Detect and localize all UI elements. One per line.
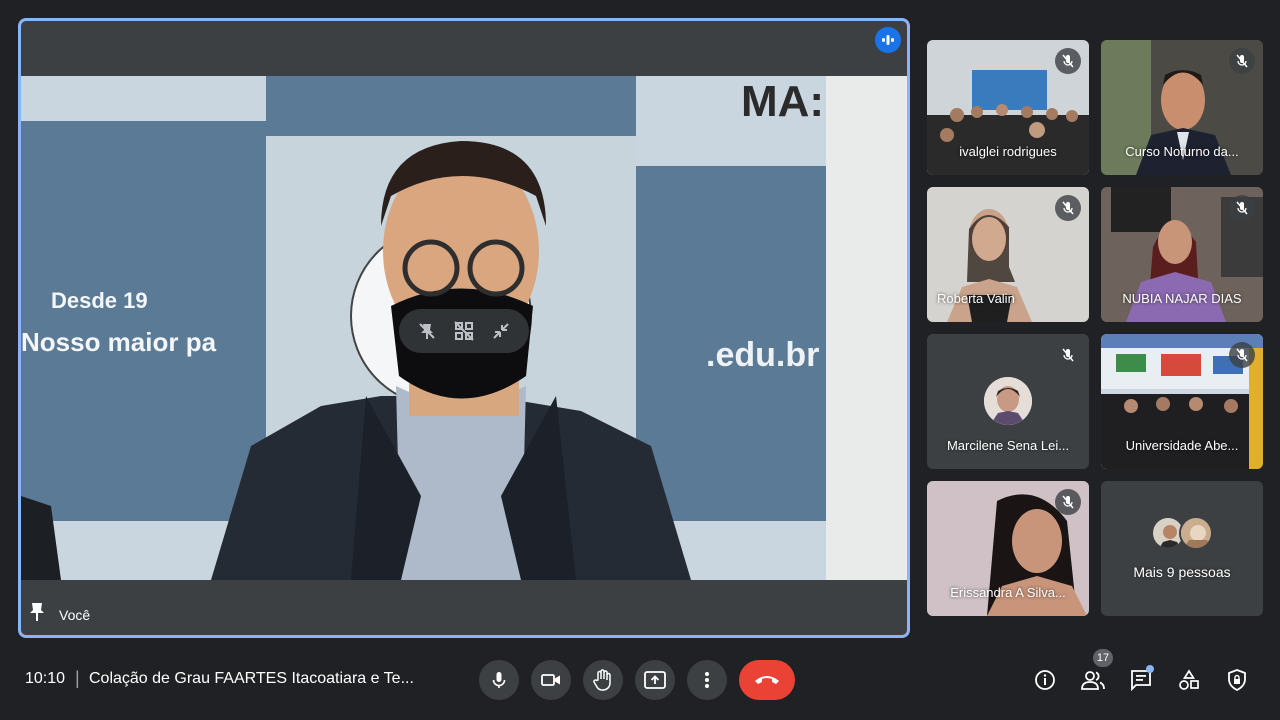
mic-off-icon xyxy=(1055,489,1081,515)
people-icon xyxy=(1081,671,1105,690)
participant-tile[interactable]: Marcilene Sena Lei... xyxy=(927,334,1089,469)
more-vert-icon xyxy=(705,672,709,688)
participant-tile[interactable]: Roberta Valin xyxy=(927,187,1089,322)
svg-text:Nosso maior pa: Nosso maior pa xyxy=(21,327,217,357)
present-screen-button[interactable] xyxy=(635,660,675,700)
participant-tile[interactable]: ivalglei rodrigues xyxy=(927,40,1089,175)
speaking-indicator-icon xyxy=(875,27,901,53)
mic-off-icon xyxy=(1229,342,1255,368)
raise-hand-button[interactable] xyxy=(583,660,623,700)
svg-text:Desde 19: Desde 19 xyxy=(51,288,148,313)
mic-off-icon xyxy=(1055,342,1081,368)
more-participants-tile[interactable]: Mais 9 pessoas xyxy=(1101,481,1263,616)
main-video-tile[interactable]: MA: Desde 19 Nosso maior pa .edu.br Você xyxy=(18,18,910,638)
avatar xyxy=(1179,516,1213,550)
unpin-icon[interactable] xyxy=(414,318,440,344)
meeting-clock: 10:10 xyxy=(25,670,66,687)
participant-name: Roberta Valin xyxy=(937,291,1015,306)
activities-button[interactable] xyxy=(1173,664,1205,696)
shield-lock-icon xyxy=(1228,669,1246,691)
people-button[interactable] xyxy=(1077,664,1109,696)
more-options-button[interactable] xyxy=(687,660,727,700)
participant-name: Marcilene Sena Lei... xyxy=(946,438,1070,453)
participant-tile[interactable]: Erissandra A Silva... xyxy=(927,481,1089,616)
microphone-icon xyxy=(492,672,506,688)
svg-text:MA:: MA: xyxy=(741,77,824,126)
camera-icon xyxy=(541,674,560,686)
participant-tile[interactable]: NUBIA NAJAR DIAS xyxy=(1101,187,1263,322)
title-separator: | xyxy=(75,668,80,688)
leave-call-button[interactable] xyxy=(739,660,795,700)
info-icon xyxy=(1035,670,1055,690)
participant-tile[interactable]: Curso Noturno da... xyxy=(1101,40,1263,175)
host-controls-button[interactable] xyxy=(1221,664,1253,696)
participant-name: Curso Noturno da... xyxy=(1125,144,1239,159)
participant-tile[interactable]: Universidade Abe... xyxy=(1101,334,1263,469)
hang-up-icon xyxy=(755,676,779,684)
bottom-toolbar: 10:10 | Colação de Grau FAARTES Itacoati… xyxy=(0,640,1280,720)
mic-off-icon xyxy=(1055,48,1081,74)
self-name-label: Você xyxy=(59,606,91,623)
minimize-icon[interactable] xyxy=(488,318,514,344)
participant-name: ivalglei rodrigues xyxy=(959,144,1057,159)
participant-name: Erissandra A Silva... xyxy=(950,585,1066,600)
microphone-button[interactable] xyxy=(479,660,519,700)
meeting-title: Colação de Grau FAARTES Itacoatiara e Te… xyxy=(89,670,414,687)
mic-off-icon xyxy=(1229,48,1255,74)
avatar xyxy=(984,377,1032,425)
tile-overlay-controls xyxy=(399,309,529,353)
hand-icon xyxy=(593,669,611,691)
mic-off-icon xyxy=(1229,195,1255,221)
people-count-badge: 17 xyxy=(1093,649,1113,667)
more-participants-label: Mais 9 pessoas xyxy=(1133,564,1231,580)
svg-text:.edu.br: .edu.br xyxy=(706,336,819,374)
chat-notification-dot xyxy=(1146,665,1154,673)
pin-icon[interactable] xyxy=(29,602,45,627)
self-label-area: Você xyxy=(29,602,90,627)
participant-name: NUBIA NAJAR DIAS xyxy=(1122,291,1242,306)
shapes-icon xyxy=(1179,669,1199,690)
participant-name: Universidade Abe... xyxy=(1125,438,1239,453)
camera-button[interactable] xyxy=(531,660,571,700)
meeting-details-button[interactable] xyxy=(1029,664,1061,696)
remove-from-grid-icon[interactable] xyxy=(451,318,477,344)
present-icon xyxy=(644,671,666,689)
mic-off-icon xyxy=(1055,195,1081,221)
